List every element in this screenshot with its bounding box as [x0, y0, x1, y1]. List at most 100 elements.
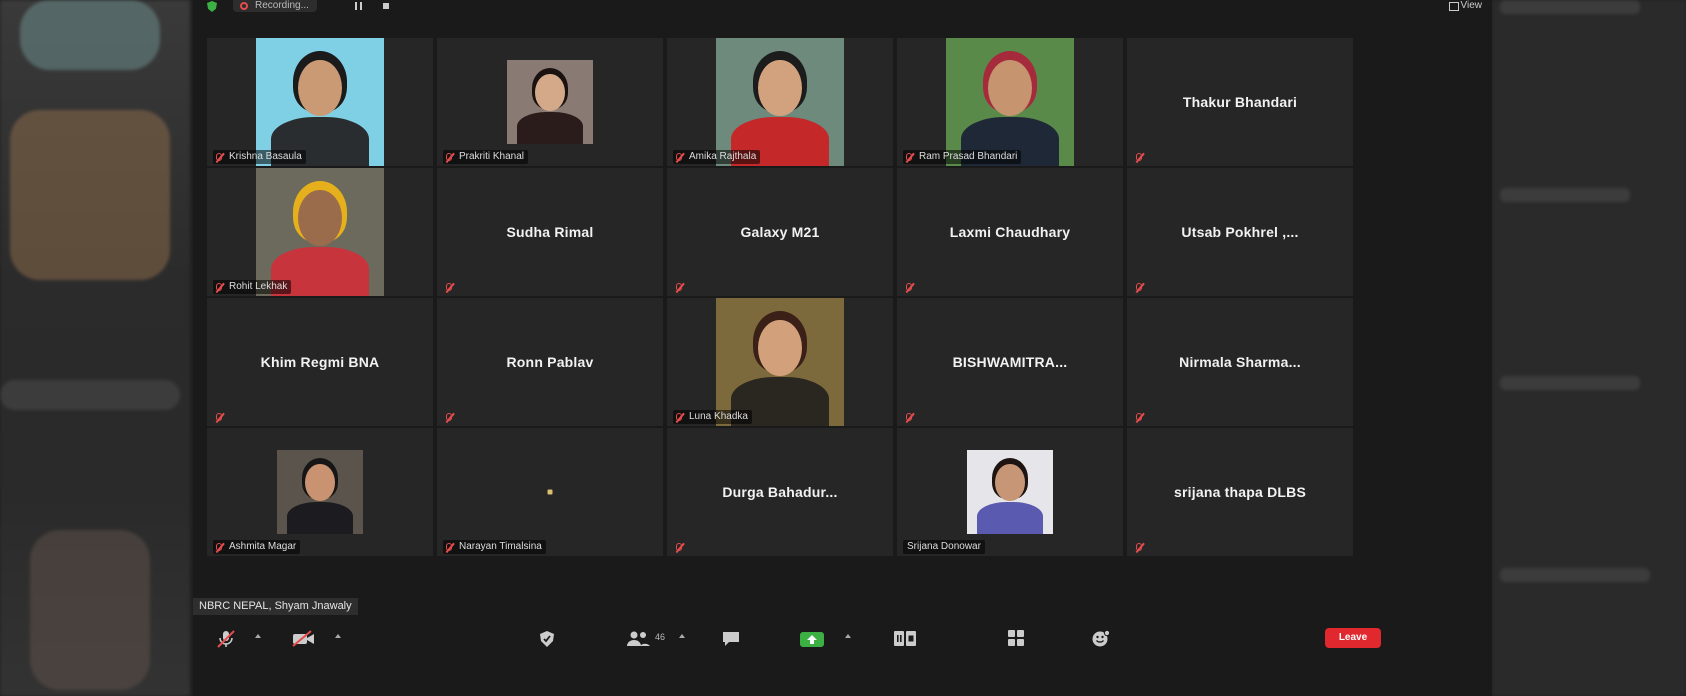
share-screen-icon — [800, 632, 824, 647]
chevron-up-icon[interactable] — [335, 634, 341, 638]
leave-button[interactable]: Leave — [1325, 628, 1381, 648]
muted-microphone-icon — [1136, 543, 1142, 551]
participant-video — [256, 168, 384, 296]
participant-label: Narayan Timalsina — [443, 540, 546, 554]
participant-tile-bishwamitra[interactable]: BISHWAMITRA... — [897, 298, 1123, 426]
muted-microphone-icon — [1136, 153, 1142, 161]
participant-tile-sudha-rimal[interactable]: Sudha Rimal — [437, 168, 663, 296]
reactions-icon — [1092, 630, 1111, 647]
tiny-video-thumbnail — [547, 489, 553, 495]
participant-name: Galaxy M21 — [740, 224, 820, 240]
apps-button[interactable] — [1007, 628, 1031, 648]
participant-label — [443, 280, 455, 294]
participant-label: Luna Khadka — [673, 410, 752, 424]
participant-name: Durga Bahadur... — [722, 484, 838, 500]
participant-label-text: Krishna Basaula — [229, 151, 302, 162]
view-button[interactable]: View — [1448, 0, 1482, 11]
muted-microphone-icon — [906, 153, 912, 161]
participant-tile-ram-prasad-bhandari[interactable]: Ram Prasad Bhandari — [897, 38, 1123, 166]
share-screen-button[interactable] — [799, 628, 859, 648]
participant-tile-narayan-timalsina[interactable]: Narayan Timalsina — [437, 428, 663, 556]
participant-tile-nirmala-sharma[interactable]: Nirmala Sharma... — [1127, 298, 1353, 426]
microphone-muted-icon — [217, 630, 235, 648]
participant-label-text: Rohit Lekhak — [229, 281, 288, 292]
participant-tile-galaxy-m21[interactable]: Galaxy M21 — [667, 168, 893, 296]
chevron-up-icon[interactable] — [845, 634, 851, 638]
muted-microphone-icon — [216, 413, 222, 421]
participant-label-text: Prakriti Khanal — [459, 151, 525, 162]
participant-label: Prakriti Khanal — [443, 150, 529, 164]
muted-microphone-icon — [676, 543, 682, 551]
top-bar: Recording... View — [193, 0, 1492, 14]
participant-label — [1133, 280, 1145, 294]
participant-video — [256, 38, 384, 166]
muted-microphone-icon — [906, 283, 912, 291]
participants-count: 46 — [655, 632, 666, 642]
chevron-up-icon[interactable] — [679, 634, 685, 638]
muted-microphone-icon — [446, 153, 452, 161]
participant-label: Srijana Donowar — [903, 540, 985, 554]
chevron-up-icon[interactable] — [255, 634, 261, 638]
record-pause-stop-icon — [894, 631, 916, 646]
participant-name: Sudha Rimal — [506, 224, 594, 240]
security-shield-icon — [540, 631, 554, 647]
participant-label: Ashmita Magar — [213, 540, 301, 554]
participant-name: Ronn Pablav — [506, 354, 594, 370]
participant-label — [1133, 540, 1145, 554]
start-video-button[interactable] — [291, 628, 351, 648]
chat-button[interactable] — [721, 628, 745, 648]
participant-tile-durga-bahadur[interactable]: Durga Bahadur... — [667, 428, 893, 556]
muted-microphone-icon — [1136, 283, 1142, 291]
participant-video — [967, 450, 1053, 534]
participant-tile-khim-regmi-bna[interactable]: Khim Regmi BNA — [207, 298, 433, 426]
participant-tile-luna-khadka[interactable]: Luna Khadka — [667, 298, 893, 426]
blurred-left-margin — [0, 0, 190, 696]
participant-tile-krishna-basaula[interactable]: Krishna Basaula — [207, 38, 433, 166]
participants-button[interactable]: 46 — [625, 628, 695, 648]
participant-tile-srijana-donowar[interactable]: Srijana Donowar — [897, 428, 1123, 556]
participant-label — [213, 410, 225, 424]
participant-tile-ashmita-magar[interactable]: Ashmita Magar — [207, 428, 433, 556]
participant-tile-thakur-bhandari[interactable]: Thakur Bhandari — [1127, 38, 1353, 166]
participant-label: Krishna Basaula — [213, 150, 306, 164]
participant-name: BISHWAMITRA... — [952, 354, 1068, 370]
encryption-shield-icon[interactable] — [207, 1, 217, 12]
participant-tile-ronn-pablav[interactable]: Ronn Pablav — [437, 298, 663, 426]
reactions-button[interactable] — [1091, 628, 1115, 648]
participant-name: Khim Regmi BNA — [260, 354, 380, 370]
security-button[interactable] — [538, 628, 562, 648]
participant-label: Amika Rajthala — [673, 150, 761, 164]
participant-video — [277, 450, 363, 534]
participant-tile-srijana-thapa-dlbs[interactable]: srijana thapa DLBS — [1127, 428, 1353, 556]
participant-label-text: Ram Prasad Bhandari — [919, 151, 1018, 162]
participant-tile-amika-rajthala[interactable]: Amika Rajthala — [667, 38, 893, 166]
muted-microphone-icon — [1136, 413, 1142, 421]
participant-tile-rohit-lekhak[interactable]: Rohit Lekhak — [207, 168, 433, 296]
apps-grid-icon — [1008, 630, 1024, 646]
record-button[interactable] — [893, 628, 921, 648]
participant-video — [716, 38, 844, 166]
participant-video — [507, 60, 593, 144]
pause-recording-icon[interactable] — [355, 2, 362, 10]
participant-label-text: Narayan Timalsina — [459, 541, 542, 552]
recording-label: Recording... — [255, 0, 309, 11]
participant-label-text: Ashmita Magar — [229, 541, 297, 552]
muted-microphone-icon — [216, 543, 222, 551]
participant-tile-prakriti-khanal[interactable]: Prakriti Khanal — [437, 38, 663, 166]
participant-tile-utsab-pokhrel[interactable]: Utsab Pokhrel ,... — [1127, 168, 1353, 296]
chat-icon — [723, 632, 739, 646]
muted-microphone-icon — [906, 413, 912, 421]
participant-label-text: Luna Khadka — [689, 411, 748, 422]
video-off-icon — [292, 630, 314, 647]
participant-label-text: Amika Rajthala — [689, 151, 757, 162]
participant-label — [673, 280, 685, 294]
muted-microphone-icon — [676, 413, 682, 421]
active-speaker-label: NBRC NEPAL, Shyam Jnawaly — [193, 598, 358, 615]
participant-label — [1133, 410, 1145, 424]
muted-microphone-icon — [216, 153, 222, 161]
unmute-button[interactable] — [215, 628, 275, 648]
stop-recording-icon[interactable] — [383, 3, 389, 9]
participant-label — [443, 410, 455, 424]
zoom-meeting-window: Recording... View Krishna Basaula Prakrit… — [193, 0, 1492, 696]
participant-tile-laxmi-chaudhary[interactable]: Laxmi Chaudhary — [897, 168, 1123, 296]
